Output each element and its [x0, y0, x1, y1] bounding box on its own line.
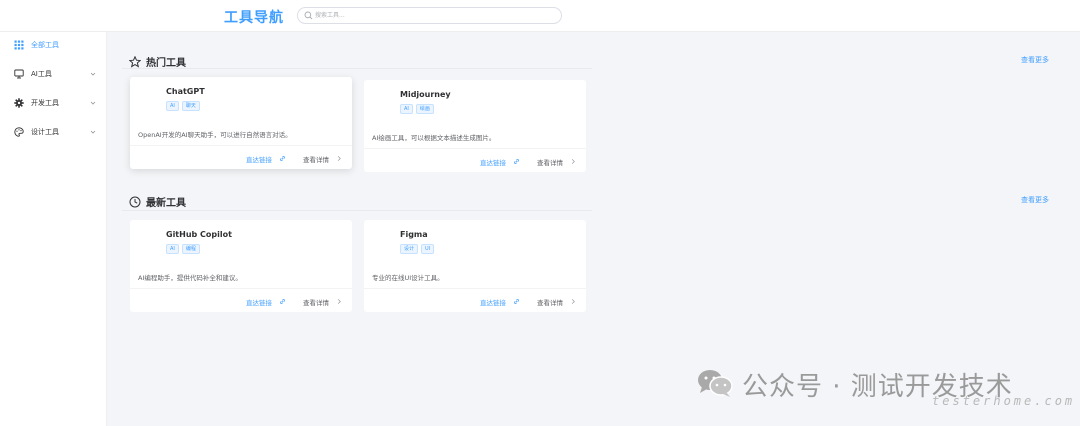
monitor-icon — [14, 69, 24, 79]
direct-link-button[interactable]: 直达链接 — [480, 157, 506, 167]
section-title-hot: 热门工具 — [129, 54, 186, 69]
tag: 设计 — [400, 244, 419, 254]
tool-card-github-copilot[interactable]: GitHub Copilot AI 编程 AI编程助手，提供代码补全和建议。 直… — [130, 220, 352, 312]
divider — [130, 145, 352, 146]
search-input[interactable] — [315, 9, 545, 22]
tool-card-figma[interactable]: Figma 设计 UI 专业的在线UI设计工具。 直达链接 查看详情 — [364, 220, 586, 312]
chevron-down-icon — [90, 101, 96, 105]
view-more-new-link[interactable]: 查看更多 — [1021, 195, 1049, 205]
card-tags: AI 聊天 — [166, 101, 200, 111]
card-description: 专业的在线UI设计工具。 — [372, 274, 444, 282]
link-icon — [280, 299, 285, 304]
view-details-button[interactable]: 查看详情 — [537, 157, 563, 167]
star-icon — [129, 55, 141, 68]
tag: AI — [166, 101, 179, 111]
card-title: ChatGPT — [166, 87, 205, 96]
watermark-subtext: testerhome.com — [932, 394, 1076, 408]
divider — [364, 288, 586, 289]
sidebar-item-label: 设计工具 — [31, 128, 59, 136]
card-tags: 设计 UI — [400, 244, 435, 254]
section-title-new: 最新工具 — [129, 194, 186, 209]
card-description: OpenAI开发的AI聊天助手，可以进行自然语言对话。 — [138, 131, 292, 139]
view-details-button[interactable]: 查看详情 — [537, 297, 563, 307]
card-tags: AI 绘画 — [400, 104, 434, 114]
link-icon — [514, 299, 519, 304]
tag: UI — [421, 244, 435, 254]
card-title: Midjourney — [400, 90, 451, 99]
sidebar-item-label: AI工具 — [31, 70, 52, 78]
link-icon — [280, 156, 285, 161]
sidebar-item-dev-tools[interactable]: 开发工具 — [0, 92, 107, 114]
direct-link-button[interactable]: 直达链接 — [246, 154, 272, 164]
search-icon — [304, 11, 313, 20]
view-details-button[interactable]: 查看详情 — [303, 154, 329, 164]
sidebar-item-ai-tools[interactable]: AI工具 — [0, 63, 107, 85]
sidebar-item-all-tools[interactable]: 全部工具 — [0, 34, 107, 56]
divider — [130, 288, 352, 289]
view-details-button[interactable]: 查看详情 — [303, 297, 329, 307]
tag: AI — [166, 244, 179, 254]
clock-icon — [129, 196, 141, 207]
chevron-right-icon — [337, 156, 341, 161]
chevron-right-icon — [571, 299, 575, 304]
chevron-right-icon — [571, 159, 575, 164]
direct-link-button[interactable]: 直达链接 — [480, 297, 506, 307]
card-description: AI绘画工具，可以根据文本描述生成图片。 — [372, 134, 496, 142]
palette-icon — [14, 127, 24, 137]
link-icon — [514, 159, 519, 164]
grid-icon — [14, 40, 24, 50]
card-title: Figma — [400, 230, 428, 239]
sidebar: 全部工具 AI工具 开发工具 设计工具 — [0, 32, 107, 426]
search-box[interactable] — [297, 7, 562, 24]
watermark: 公众号 · 测试开发技术 testerhome.com — [696, 364, 1076, 424]
tool-card-chatgpt[interactable]: ChatGPT AI 聊天 OpenAI开发的AI聊天助手，可以进行自然语言对话… — [130, 77, 352, 169]
section-title-text: 最新工具 — [146, 198, 186, 209]
divider — [122, 210, 592, 211]
sidebar-item-label: 开发工具 — [31, 99, 59, 107]
direct-link-button[interactable]: 直达链接 — [246, 297, 272, 307]
card-description: AI编程助手，提供代码补全和建议。 — [138, 274, 242, 282]
divider — [122, 68, 592, 69]
tag: 编程 — [181, 244, 200, 254]
wechat-logo-icon — [698, 370, 733, 397]
chevron-down-icon — [90, 130, 96, 134]
top-header: 工具导航 — [0, 0, 1080, 32]
card-title: GitHub Copilot — [166, 230, 232, 239]
view-more-hot-link[interactable]: 查看更多 — [1021, 55, 1049, 65]
tag: AI — [400, 104, 413, 114]
tag: 绘画 — [415, 104, 434, 114]
site-brand[interactable]: 工具导航 — [224, 7, 284, 27]
sidebar-item-design-tools[interactable]: 设计工具 — [0, 121, 107, 143]
gear-icon — [14, 98, 24, 108]
tool-card-midjourney[interactable]: Midjourney AI 绘画 AI绘画工具，可以根据文本描述生成图片。 直达… — [364, 80, 586, 172]
card-tags: AI 编程 — [166, 244, 200, 254]
tag: 聊天 — [181, 101, 200, 111]
sidebar-item-label: 全部工具 — [31, 41, 59, 49]
divider — [364, 148, 586, 149]
chevron-down-icon — [90, 72, 96, 76]
chevron-right-icon — [337, 299, 341, 304]
section-title-text: 热门工具 — [146, 58, 186, 69]
